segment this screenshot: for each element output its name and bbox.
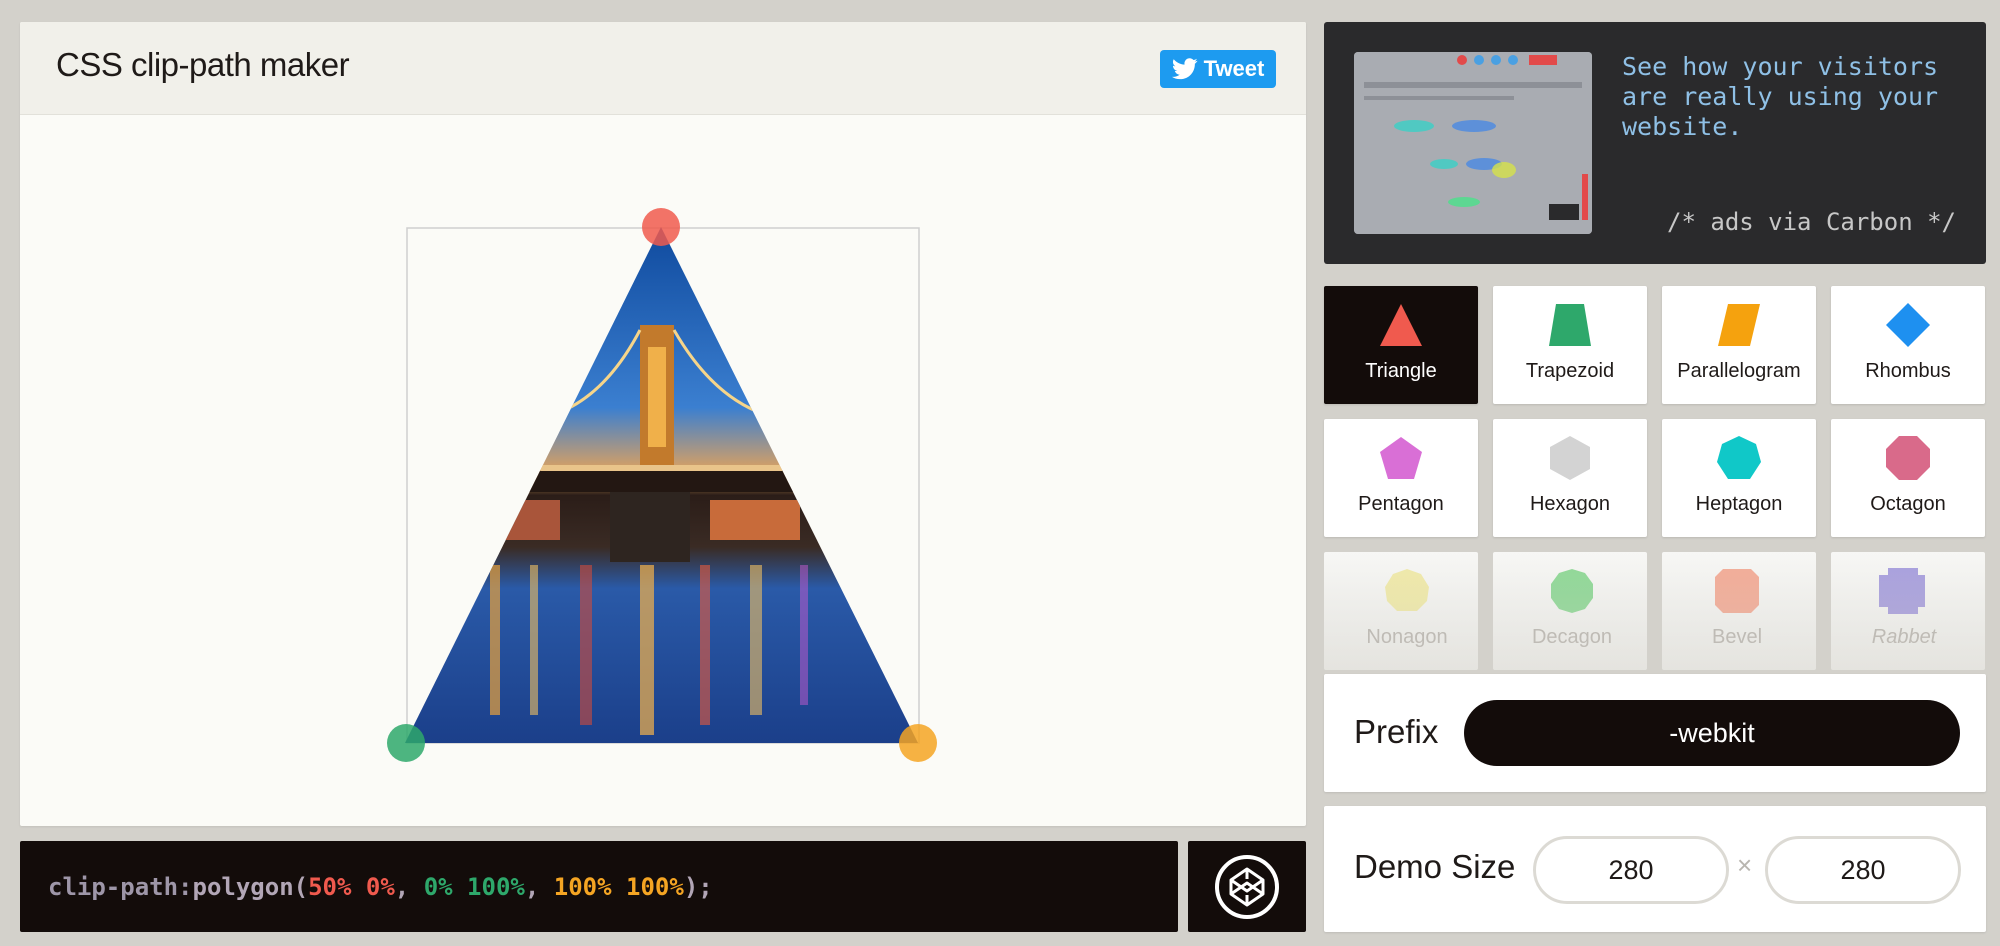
shape-label: Pentagon — [1358, 493, 1444, 515]
shape-label: Rabbet — [1871, 626, 1937, 648]
code-property: clip-path: — [48, 872, 193, 901]
prefix-panel: Prefix -webkit — [1324, 674, 1986, 792]
demo-size-label: Demo Size — [1354, 848, 1516, 885]
code-separator: , — [394, 872, 424, 901]
ad-text[interactable]: See how your visitors are really using y… — [1622, 52, 1962, 142]
hexagon-icon — [1550, 436, 1590, 480]
carbon-ad[interactable]: See how your visitors are really using y… — [1324, 22, 1986, 264]
shape-pentagon[interactable]: Pentagon — [1324, 419, 1478, 537]
shape-nonagon[interactable]: Nonagon — [1324, 552, 1478, 670]
decagon-icon — [1551, 569, 1593, 613]
shape-triangle[interactable]: Triangle — [1324, 286, 1478, 404]
code-point-1: 50% 0% — [308, 872, 395, 901]
shape-label: Bevel — [1711, 626, 1763, 648]
codepen-icon — [1215, 854, 1279, 919]
shape-label: Heptagon — [1695, 493, 1783, 515]
shape-label: Trapezoid — [1525, 360, 1615, 382]
handle-bottom-left[interactable] — [387, 724, 425, 762]
shape-rabbet[interactable]: Rabbet — [1831, 552, 1985, 670]
editor-panel: CSS clip-path maker Tweet — [20, 22, 1306, 826]
header: CSS clip-path maker Tweet — [20, 22, 1306, 115]
prefix-label: Prefix — [1354, 713, 1439, 750]
handle-top[interactable] — [642, 208, 680, 246]
triangle-icon — [1380, 304, 1422, 346]
rabbet-icon — [1879, 568, 1925, 614]
twitter-bird-icon — [1171, 58, 1198, 80]
shape-label: Nonagon — [1366, 626, 1448, 648]
bevel-icon — [1715, 569, 1759, 613]
shape-label: Parallelogram — [1677, 360, 1801, 382]
code-separator: , — [524, 872, 554, 901]
app-title: CSS clip-path maker — [56, 46, 350, 83]
shape-decagon[interactable]: Decagon — [1493, 552, 1647, 670]
demo-height-input[interactable] — [1765, 836, 1961, 904]
demo-image — [405, 227, 918, 743]
handle-bottom-right[interactable] — [899, 724, 937, 762]
ad-via[interactable]: /* ads via Carbon */ — [1667, 208, 1956, 236]
shape-label: Hexagon — [1529, 493, 1611, 515]
shape-label: Octagon — [1870, 493, 1946, 515]
code-point-2: 0% 100% — [423, 872, 525, 901]
code-function: polygon( — [192, 872, 309, 901]
ad-thumbnail[interactable] — [1354, 52, 1592, 234]
shape-trapezoid[interactable]: Trapezoid — [1493, 286, 1647, 404]
size-separator: × — [1737, 850, 1753, 880]
demo-size-panel: Demo Size × — [1324, 806, 1986, 932]
codepen-button[interactable] — [1188, 841, 1306, 932]
tweet-label: Tweet — [1203, 56, 1265, 81]
demo-stage — [20, 115, 1306, 826]
heptagon-icon — [1717, 436, 1761, 479]
code-point-3: 100% 100% — [553, 872, 684, 901]
tweet-button[interactable]: Tweet — [1160, 50, 1276, 88]
code-output[interactable]: clip-path: polygon(50% 0%, 0% 100%, 100%… — [20, 841, 1178, 932]
shape-label: Triangle — [1365, 360, 1437, 382]
parallelogram-icon — [1718, 304, 1760, 346]
shape-bevel[interactable]: Bevel — [1662, 552, 1816, 670]
shape-label: Rhombus — [1865, 360, 1951, 382]
shape-parallelogram[interactable]: Parallelogram — [1662, 286, 1816, 404]
trapezoid-icon — [1549, 304, 1591, 346]
shape-hexagon[interactable]: Hexagon — [1493, 419, 1647, 537]
octagon-icon — [1886, 436, 1930, 480]
shape-label: Decagon — [1531, 626, 1613, 648]
code-close: ); — [683, 872, 713, 901]
rhombus-icon — [1886, 303, 1930, 347]
nonagon-icon — [1385, 569, 1429, 611]
prefix-toggle[interactable]: -webkit — [1464, 700, 1960, 766]
pentagon-icon — [1380, 437, 1422, 479]
demo-width-input[interactable] — [1533, 836, 1729, 904]
shape-rhombus[interactable]: Rhombus — [1831, 286, 1985, 404]
shape-heptagon[interactable]: Heptagon — [1662, 419, 1816, 537]
shape-octagon[interactable]: Octagon — [1831, 419, 1985, 537]
